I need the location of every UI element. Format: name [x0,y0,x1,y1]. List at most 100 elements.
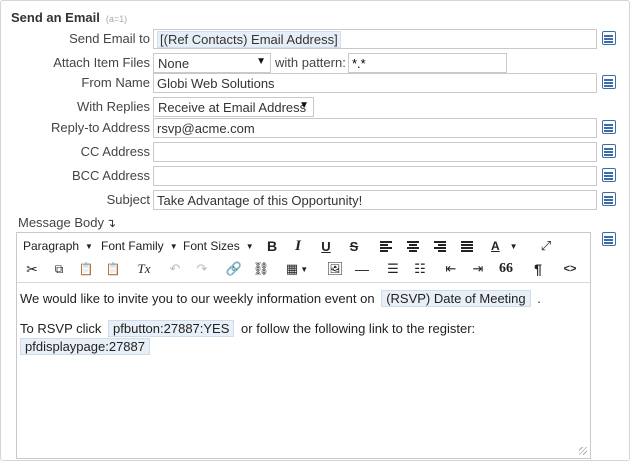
send-to-token: [(Ref Contacts) Email Address] [157,31,341,48]
clear-format-glyph: Tx [137,261,151,276]
font-color-button[interactable]: A ▼ [491,235,518,257]
bcc-row: BCC Address [1,166,630,186]
section-title: Send an Email (a=1) [11,10,127,25]
numbered-list-icon[interactable]: ☷ [413,258,427,280]
rich-text-editor[interactable]: Paragraph ▼ Font Family ▼ Font Sizes ▼ B I … [16,232,591,459]
align-justify-glyph [461,241,473,252]
chevron-down-icon: ▼ [85,241,93,251]
from-name-picker-icon[interactable] [602,75,616,89]
align-justify-icon[interactable] [460,235,474,257]
send-to-row: Send Email to [(Ref Contacts) Email Addr… [1,29,630,49]
from-name-field[interactable]: Globi Web Solutions [153,73,597,93]
body-text: or follow the following link to the regi… [241,321,476,336]
font-family-dropdown[interactable]: Font Family ▼ [101,235,178,257]
body-line-2: To RSVP click pfbutton:27887:YES or foll… [20,320,580,338]
blockquote-icon[interactable]: 66 [499,258,513,280]
bcc-label: BCC Address [71,168,150,183]
bcc-picker-icon[interactable] [602,168,616,182]
undo-icon[interactable]: ↶ [168,258,182,280]
reply-to-row: Reply-to Address rsvp@acme.com [1,118,630,138]
blockquote-glyph: 66 [499,261,513,276]
align-right-icon[interactable] [433,235,447,257]
paragraph-dropdown[interactable]: Paragraph ▼ [23,235,93,257]
underline-button[interactable]: U [319,235,333,257]
cc-row: CC Address [1,142,630,162]
resize-handle[interactable] [579,447,587,455]
indent-icon[interactable]: ⇥ [471,258,485,280]
attach-select-value: None [158,56,190,71]
message-body-label-text: Message Body [18,215,104,230]
pilcrow-glyph: ¶ [534,261,542,277]
align-center-icon[interactable] [406,235,420,257]
source-code-icon[interactable]: <> [561,258,579,280]
font-color-letter: A [491,239,500,253]
source-code-glyph: <> [563,263,577,275]
copy-icon[interactable]: ⧉ [52,258,66,280]
reply-to-picker-icon[interactable] [602,120,616,134]
chevron-down-icon: ▼ [169,241,178,251]
cc-picker-icon[interactable] [602,144,616,158]
subject-picker-icon[interactable] [602,192,616,206]
return-arrow-icon: ↴ [106,216,117,230]
editor-content[interactable]: We would like to invite you to our weekl… [20,290,580,356]
align-center-glyph [407,241,419,252]
attach-row: Attach Item Files None ▼ with pattern: [1,53,630,73]
bold-button[interactable]: B [265,235,279,257]
message-body-picker-icon[interactable] [602,232,616,246]
subject-row: Subject Take Advantage of this Opportuni… [1,190,630,210]
fullscreen-icon[interactable]: ⤢ [538,235,554,257]
send-to-label: Send Email to [69,31,150,46]
link-icon[interactable]: 🔗 [226,258,242,280]
cut-icon[interactable]: ✂ [25,258,39,280]
font-sizes-label: Font Sizes [183,239,240,253]
from-name-label: From Name [81,75,150,90]
section-title-text: Send an Email [11,10,100,25]
chevron-down-icon: ▼ [256,56,266,67]
with-replies-row: With Replies Receive at Email Address ▼ [1,97,630,117]
horizontal-rule-icon[interactable]: — [355,258,369,280]
chevron-down-icon: ▼ [300,264,309,274]
pattern-label: with pattern: [275,55,346,70]
send-to-picker-icon[interactable] [602,31,616,45]
strikethrough-button[interactable]: S [347,235,361,257]
table-icon[interactable]: ▦ ▼ [285,258,309,280]
reply-to-field[interactable]: rsvp@acme.com [153,118,597,138]
chevron-down-icon: ▼ [299,100,309,111]
pattern-input[interactable] [348,53,507,73]
body-text: We would like to invite you to our weekl… [20,291,375,306]
subject-label: Subject [106,192,150,207]
from-name-row: From Name Globi Web Solutions [1,73,630,93]
subject-field[interactable]: Take Advantage of this Opportunity! [153,190,597,210]
paste-icon[interactable]: 📋 [79,258,94,280]
unlink-icon[interactable]: ⛓ [253,258,270,280]
merge-token[interactable]: pfbutton:27887:YES [108,320,235,337]
body-text: . [537,291,541,306]
with-replies-label: With Replies [77,99,150,114]
body-text: To RSVP click [20,321,102,336]
merge-token[interactable]: (RSVP) Date of Meeting [381,290,531,307]
bullet-list-icon[interactable]: ☰ [386,258,400,280]
chevron-down-icon: ▼ [245,241,254,251]
font-family-label: Font Family [101,239,164,253]
cc-field[interactable] [153,142,597,162]
redo-icon[interactable]: ↷ [195,258,209,280]
outdent-icon[interactable]: ⇤ [444,258,458,280]
font-sizes-dropdown[interactable]: Font Sizes ▼ [183,235,254,257]
merge-token[interactable]: pfdisplaypage:27887 [20,338,150,355]
image-icon[interactable]: 🖼 [327,258,344,280]
paste-text-icon[interactable]: 📋 [106,258,121,280]
italic-button[interactable]: I [291,235,305,257]
clear-format-icon[interactable]: Tx [136,258,152,280]
align-left-glyph [380,241,392,252]
editor-toolbar: Paragraph ▼ Font Family ▼ Font Sizes ▼ B I … [17,233,590,283]
with-replies-select-value: Receive at Email Address [158,100,307,115]
send-to-field[interactable]: [(Ref Contacts) Email Address] [153,29,597,49]
attach-select[interactable]: None ▼ [153,53,271,73]
with-replies-select[interactable]: Receive at Email Address ▼ [153,97,314,117]
align-left-icon[interactable] [379,235,393,257]
chevron-down-icon: ▼ [509,241,518,251]
cc-label: CC Address [80,144,150,159]
pilcrow-icon[interactable]: ¶ [531,258,545,280]
bcc-field[interactable] [153,166,597,186]
body-line-1: We would like to invite you to our weekl… [20,290,580,308]
